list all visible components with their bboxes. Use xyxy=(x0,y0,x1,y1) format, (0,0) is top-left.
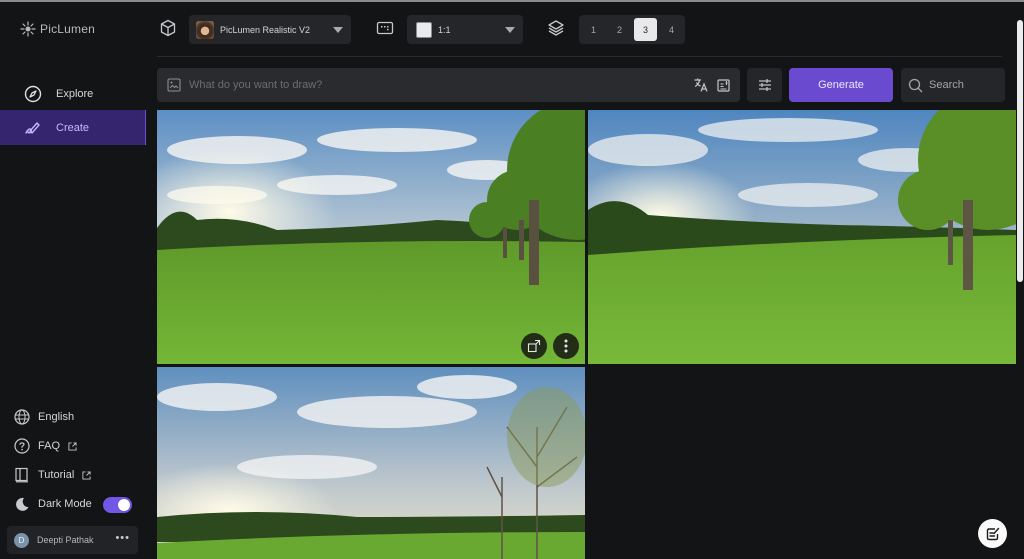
sidebar: PicLumen Explore Create English FAQ Tuto… xyxy=(0,2,146,559)
count-option-4[interactable]: 4 xyxy=(660,18,683,41)
dark-mode-toggle[interactable] xyxy=(103,497,132,513)
generated-image[interactable] xyxy=(588,110,1016,364)
user-name: Deepti Pathak xyxy=(37,535,94,545)
vertical-dots-icon xyxy=(564,339,568,353)
image-count-selector: 1 2 3 4 xyxy=(579,15,685,44)
faq-link[interactable]: FAQ xyxy=(14,438,77,454)
sidebar-item-label: Create xyxy=(56,121,90,134)
prompt-bar xyxy=(157,68,740,102)
count-option-1[interactable]: 1 xyxy=(582,18,605,41)
app-logo[interactable]: PicLumen xyxy=(20,21,95,37)
search-icon xyxy=(908,78,923,92)
sidebar-item-explore[interactable]: Explore xyxy=(0,76,146,111)
book-icon xyxy=(15,467,28,483)
dark-mode-row: Dark Mode xyxy=(14,496,92,512)
tutorial-link[interactable]: Tutorial xyxy=(14,467,91,483)
globe-icon xyxy=(14,409,30,425)
generated-image[interactable] xyxy=(157,110,585,364)
upscale-button[interactable] xyxy=(521,333,547,359)
search-button[interactable]: Search xyxy=(901,68,1005,102)
landscape-picture xyxy=(157,110,585,364)
prompt-input[interactable] xyxy=(189,79,669,91)
count-option-2[interactable]: 2 xyxy=(608,18,631,41)
sidebar-item-create[interactable]: Create xyxy=(0,110,146,145)
upscale-icon xyxy=(527,339,541,353)
ratio-label: 1:1 xyxy=(438,24,451,35)
model-label: PicLumen Realistic V2 xyxy=(220,24,311,35)
generate-button[interactable]: Generate xyxy=(789,68,893,102)
language-label: English xyxy=(38,411,75,423)
image-more-button[interactable] xyxy=(553,333,579,359)
piclumen-logo-icon xyxy=(20,21,36,37)
tutorial-label: Tutorial xyxy=(38,469,75,481)
advanced-settings-button[interactable] xyxy=(747,68,782,102)
landscape-picture xyxy=(588,110,1016,364)
chevron-down-icon xyxy=(333,27,343,33)
compass-icon xyxy=(24,85,42,102)
user-profile[interactable]: D Deepti Pathak ••• xyxy=(7,526,138,554)
landscape-picture xyxy=(157,367,585,559)
translate-icon[interactable] xyxy=(693,77,709,93)
chevron-down-icon xyxy=(505,27,515,33)
sliders-icon xyxy=(758,79,771,91)
scrollbar[interactable] xyxy=(1017,20,1023,282)
search-label: Search xyxy=(929,79,964,91)
app-name: PicLumen xyxy=(40,22,95,36)
prompt-enhance-icon[interactable] xyxy=(717,78,731,92)
external-link-icon xyxy=(68,441,77,451)
faq-label: FAQ xyxy=(38,440,61,452)
help-circle-icon xyxy=(14,438,30,454)
more-options-icon[interactable]: ••• xyxy=(115,532,130,544)
window-top-border xyxy=(0,0,1024,2)
avatar: D xyxy=(14,532,29,548)
create-pen-icon xyxy=(25,121,40,134)
image-upload-icon[interactable] xyxy=(167,78,181,92)
layers-icon xyxy=(548,20,564,36)
model-cube-icon xyxy=(160,19,176,37)
dark-mode-label: Dark Mode xyxy=(38,498,92,510)
model-thumbnail xyxy=(196,20,214,39)
model-dropdown[interactable]: PicLumen Realistic V2 xyxy=(189,15,351,44)
count-option-3[interactable]: 3 xyxy=(634,18,657,41)
external-link-icon xyxy=(82,470,91,480)
generated-image[interactable] xyxy=(157,367,585,559)
ratio-swatch-icon xyxy=(416,21,432,38)
sidebar-item-label: Explore xyxy=(56,87,94,100)
aspect-ratio-icon xyxy=(376,21,394,35)
toolbar-divider xyxy=(157,56,1002,57)
feedback-button[interactable] xyxy=(978,519,1007,548)
edit-note-icon xyxy=(986,527,999,540)
aspect-ratio-dropdown[interactable]: 1:1 xyxy=(407,15,523,44)
language-selector[interactable]: English xyxy=(14,409,74,425)
moon-icon xyxy=(16,497,29,511)
